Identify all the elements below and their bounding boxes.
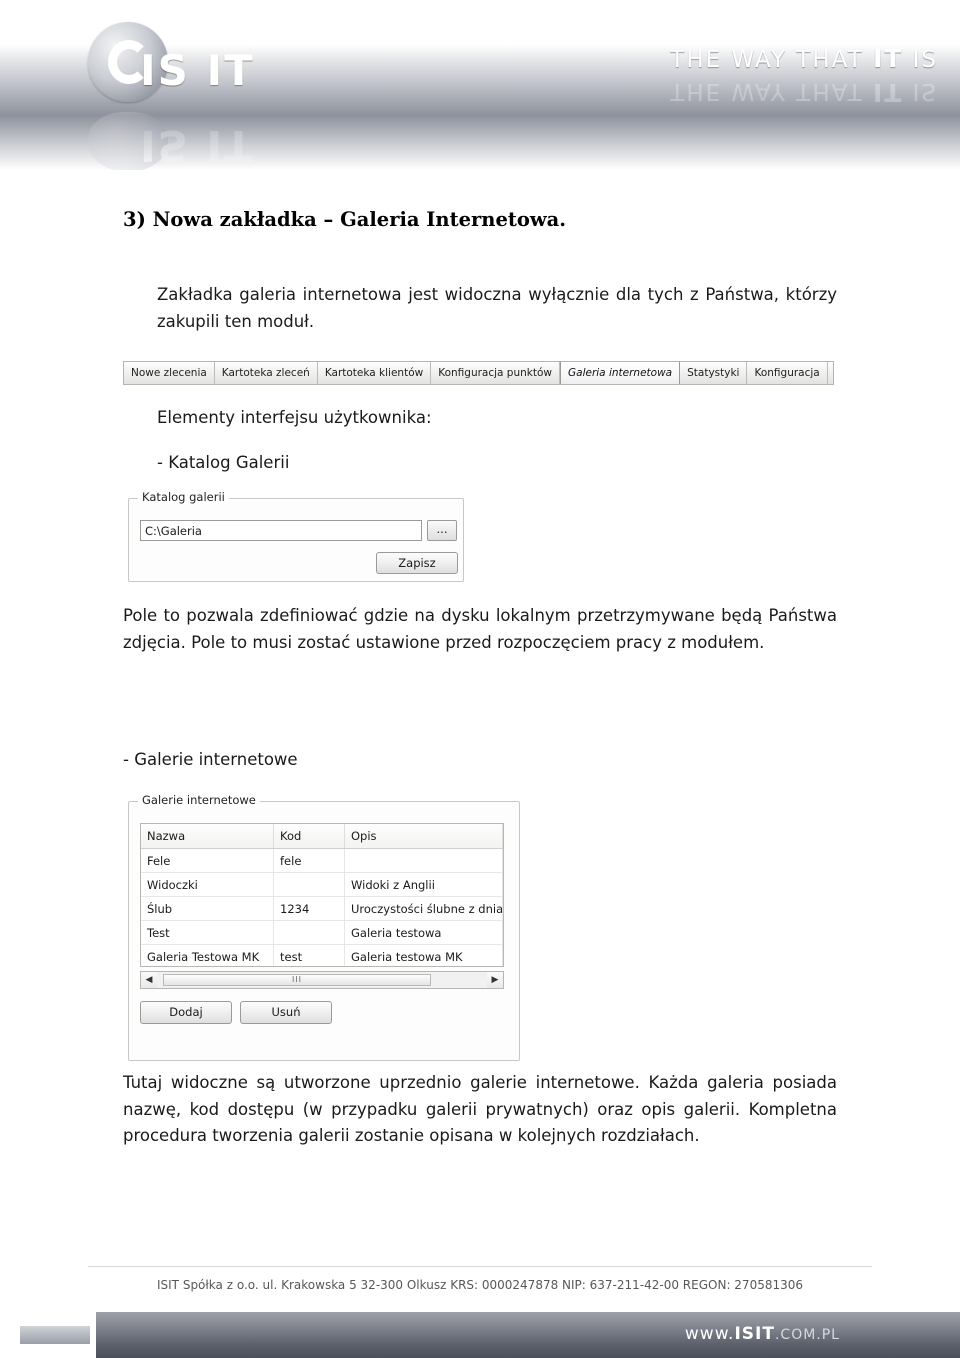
- scroll-right-arrow-icon[interactable]: ▶: [487, 972, 503, 988]
- footer-website-url: www.ISIT.COM.PL: [685, 1324, 840, 1344]
- paragraph-elementy: Elementy interfejsu użytkownika:: [157, 408, 432, 427]
- table-row[interactable]: Test Galeria testowa: [141, 920, 503, 945]
- paragraph-katalog-label: - Katalog Galerii: [157, 453, 290, 472]
- logo-text-reflection: IS IT: [140, 121, 255, 170]
- table-row[interactable]: Ślub 1234 Uroczystości ślubne z dnia 12.…: [141, 896, 503, 921]
- cell-nazwa: Widoczki: [141, 872, 274, 897]
- galerie-groupbox-label: Galerie internetowe: [138, 793, 260, 807]
- cell-kod: 1234: [273, 896, 345, 921]
- tagline-suffix-reflection: IS: [903, 78, 938, 104]
- galerie-internetowe-screenshot: Galerie internetowe Nazwa Kod Opis Fele …: [128, 793, 520, 1061]
- paragraph-galerie-label: - Galerie internetowe: [123, 750, 298, 769]
- tagline-prefix: THE WAY THAT: [670, 47, 873, 73]
- table-header-row: Nazwa Kod Opis: [141, 824, 503, 849]
- tab-kartoteka-klientow[interactable]: Kartoteka klientów: [317, 362, 432, 384]
- tab-konfiguracja[interactable]: Konfiguracja: [747, 362, 828, 384]
- tab-statystyki[interactable]: Statystyki: [680, 362, 748, 384]
- cell-opis: Widoki z Anglii: [344, 872, 503, 897]
- header-top-white-bar: [0, 0, 960, 8]
- cell-kod: test: [273, 944, 345, 966]
- column-header-kod[interactable]: Kod: [273, 824, 345, 849]
- column-header-opis[interactable]: Opis: [344, 824, 503, 849]
- cell-kod: [273, 872, 345, 897]
- cell-kod: fele: [273, 848, 345, 873]
- cell-opis: Galeria testowa MK: [344, 944, 503, 966]
- cell-opis: [344, 848, 503, 873]
- footer-left-cap: [0, 1312, 96, 1358]
- table-row[interactable]: Galeria Testowa MK test Galeria testowa …: [141, 944, 503, 966]
- katalog-galerii-screenshot: Katalog galerii C:\Galeria ... Zapisz: [128, 490, 464, 582]
- tab-konfiguracja-punktow[interactable]: Konfiguracja punktów: [431, 362, 560, 384]
- cell-kod: [273, 920, 345, 945]
- katalog-path-input[interactable]: C:\Galeria: [140, 520, 422, 541]
- footer-left-cap-block: [20, 1326, 90, 1344]
- tab-galeria-internetowa[interactable]: Galeria internetowa: [560, 362, 681, 384]
- tab-nowe-zlecenia[interactable]: Nowe zlecenia: [124, 362, 215, 384]
- paragraph-pole: Pole to pozwala zdefiniować gdzie na dys…: [123, 606, 837, 652]
- table-row[interactable]: Widoczki Widoki z Anglii: [141, 872, 503, 897]
- footer-legal-text: ISIT Spółka z o.o. ul. Krakowska 5 32-30…: [156, 1278, 804, 1292]
- tagline-suffix: IS: [903, 47, 938, 73]
- scrollbar-thumb[interactable]: III: [163, 974, 431, 986]
- cell-nazwa: Ślub: [141, 896, 274, 921]
- cell-opis: Galeria testowa: [344, 920, 503, 945]
- cell-nazwa: Fele: [141, 848, 274, 873]
- header-tagline: THE WAY THAT IT IS: [670, 44, 938, 73]
- cell-nazwa: Test: [141, 920, 274, 945]
- tagline-strong: IT: [872, 44, 904, 73]
- logo-reflection: IS IT: [88, 112, 308, 170]
- delete-gallery-button[interactable]: Usuń: [240, 1001, 332, 1024]
- katalog-browse-button[interactable]: ...: [427, 520, 457, 541]
- tab-kartoteka-zlecen[interactable]: Kartoteka zleceń: [214, 362, 318, 384]
- footer-url-brand: ISIT: [734, 1324, 775, 1344]
- company-logo: IS IT: [88, 22, 308, 106]
- cell-opis: Uroczystości ślubne z dnia 12.07.: [344, 896, 503, 921]
- page-header: IS IT IS IT THE WAY THAT IT IS THE WAY T…: [0, 0, 960, 170]
- add-gallery-button[interactable]: Dodaj: [140, 1001, 232, 1024]
- cell-nazwa: Galeria Testowa MK: [141, 944, 274, 966]
- page-title: 3) Nowa zakładka – Galeria Internetowa.: [123, 208, 567, 231]
- katalog-groupbox-label: Katalog galerii: [138, 490, 229, 504]
- paragraph-intro: Zakładka galeria internetowa jest widocz…: [157, 285, 837, 331]
- tagline-strong-reflection: IT: [872, 78, 904, 107]
- footer-divider: [88, 1266, 872, 1267]
- app-tab-strip-screenshot: Nowe zlecenia Kartoteka zleceń Kartoteka…: [123, 361, 834, 385]
- tab-prawa-dostepu[interactable]: Prawa dostępu: [827, 362, 833, 384]
- scroll-left-arrow-icon[interactable]: ◀: [141, 972, 157, 988]
- header-tagline-reflection: THE WAY THAT IT IS: [670, 78, 938, 107]
- logo-text: IS IT: [140, 46, 255, 95]
- footer-url-tld: .COM.PL: [774, 1327, 840, 1343]
- galerie-table[interactable]: Nazwa Kod Opis Fele fele Widoczki Widoki: [140, 823, 504, 967]
- paragraph-tutaj: Tutaj widoczne są utworzone uprzednio ga…: [123, 1073, 837, 1146]
- galerie-horizontal-scrollbar[interactable]: ◀ III ▶: [140, 971, 504, 989]
- katalog-save-button[interactable]: Zapisz: [376, 552, 458, 574]
- table-row[interactable]: Fele fele: [141, 848, 503, 873]
- page-footer: ISIT Spółka z o.o. ul. Krakowska 5 32-30…: [0, 1266, 960, 1358]
- column-header-nazwa[interactable]: Nazwa: [141, 824, 274, 849]
- footer-url-prefix: www.: [684, 1324, 735, 1344]
- tagline-prefix-reflection: THE WAY THAT: [670, 78, 873, 104]
